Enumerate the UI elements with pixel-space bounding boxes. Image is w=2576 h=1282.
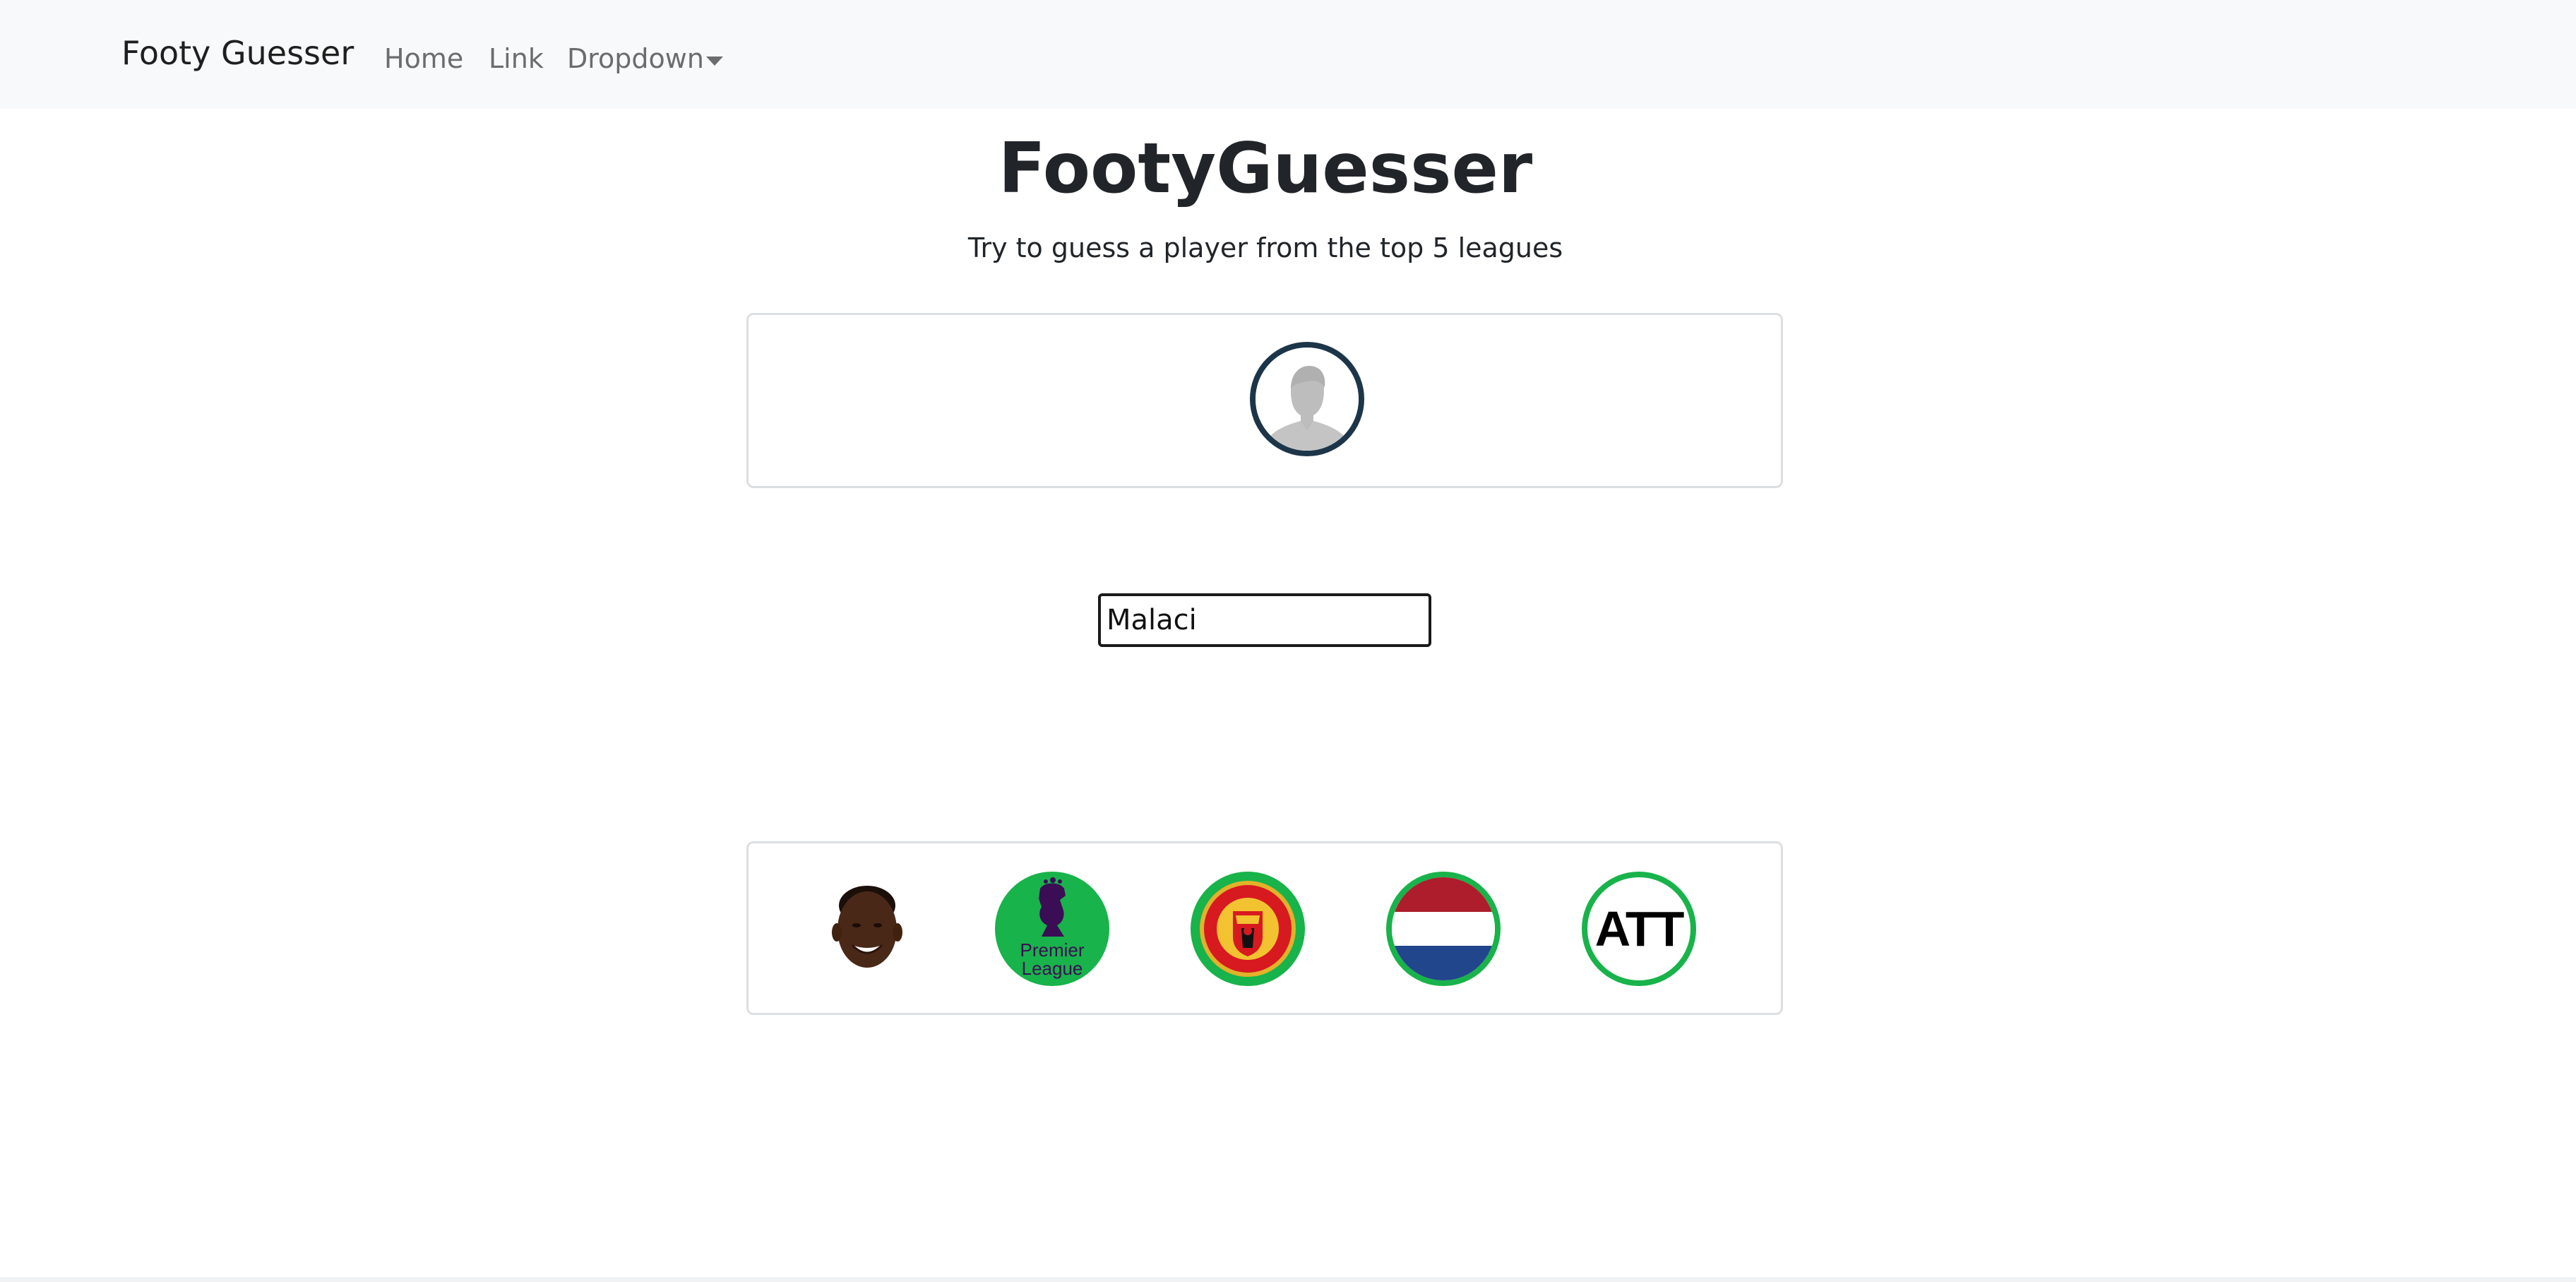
- divider: [0, 1277, 2576, 1282]
- league-logo-text: Premier League: [1020, 939, 1085, 979]
- page-title: FootyGuesser: [998, 129, 1533, 209]
- nav-link-home[interactable]: Home: [384, 45, 463, 72]
- page-subtitle: Try to guess a player from the top 5 lea…: [967, 232, 1563, 263]
- clue-card: Premier League ATT: [746, 841, 1783, 1015]
- caret-down-icon[interactable]: [706, 57, 723, 66]
- nav-link-link[interactable]: Link: [489, 45, 544, 72]
- navbar-brand[interactable]: Footy Guesser: [121, 37, 354, 69]
- navbar: Footy Guesser Home Link Dropdown: [0, 0, 2576, 109]
- premier-league-logo-icon: Premier League: [995, 872, 1109, 986]
- nav-dropdown-toggle[interactable]: Dropdown: [567, 45, 704, 72]
- page: Footy Guesser Home Link Dropdown FootyGu…: [0, 0, 2576, 1282]
- position-badge: ATT: [1582, 872, 1696, 986]
- mystery-player-card: [746, 313, 1783, 488]
- player-guess-input[interactable]: [1098, 593, 1431, 647]
- netherlands-flag-icon: [1386, 872, 1501, 986]
- manchester-united-crest-icon: [1191, 872, 1305, 986]
- player-face-icon: [810, 872, 924, 986]
- position-label: ATT: [1594, 901, 1685, 956]
- unknown-player-silhouette-icon: [1250, 342, 1364, 456]
